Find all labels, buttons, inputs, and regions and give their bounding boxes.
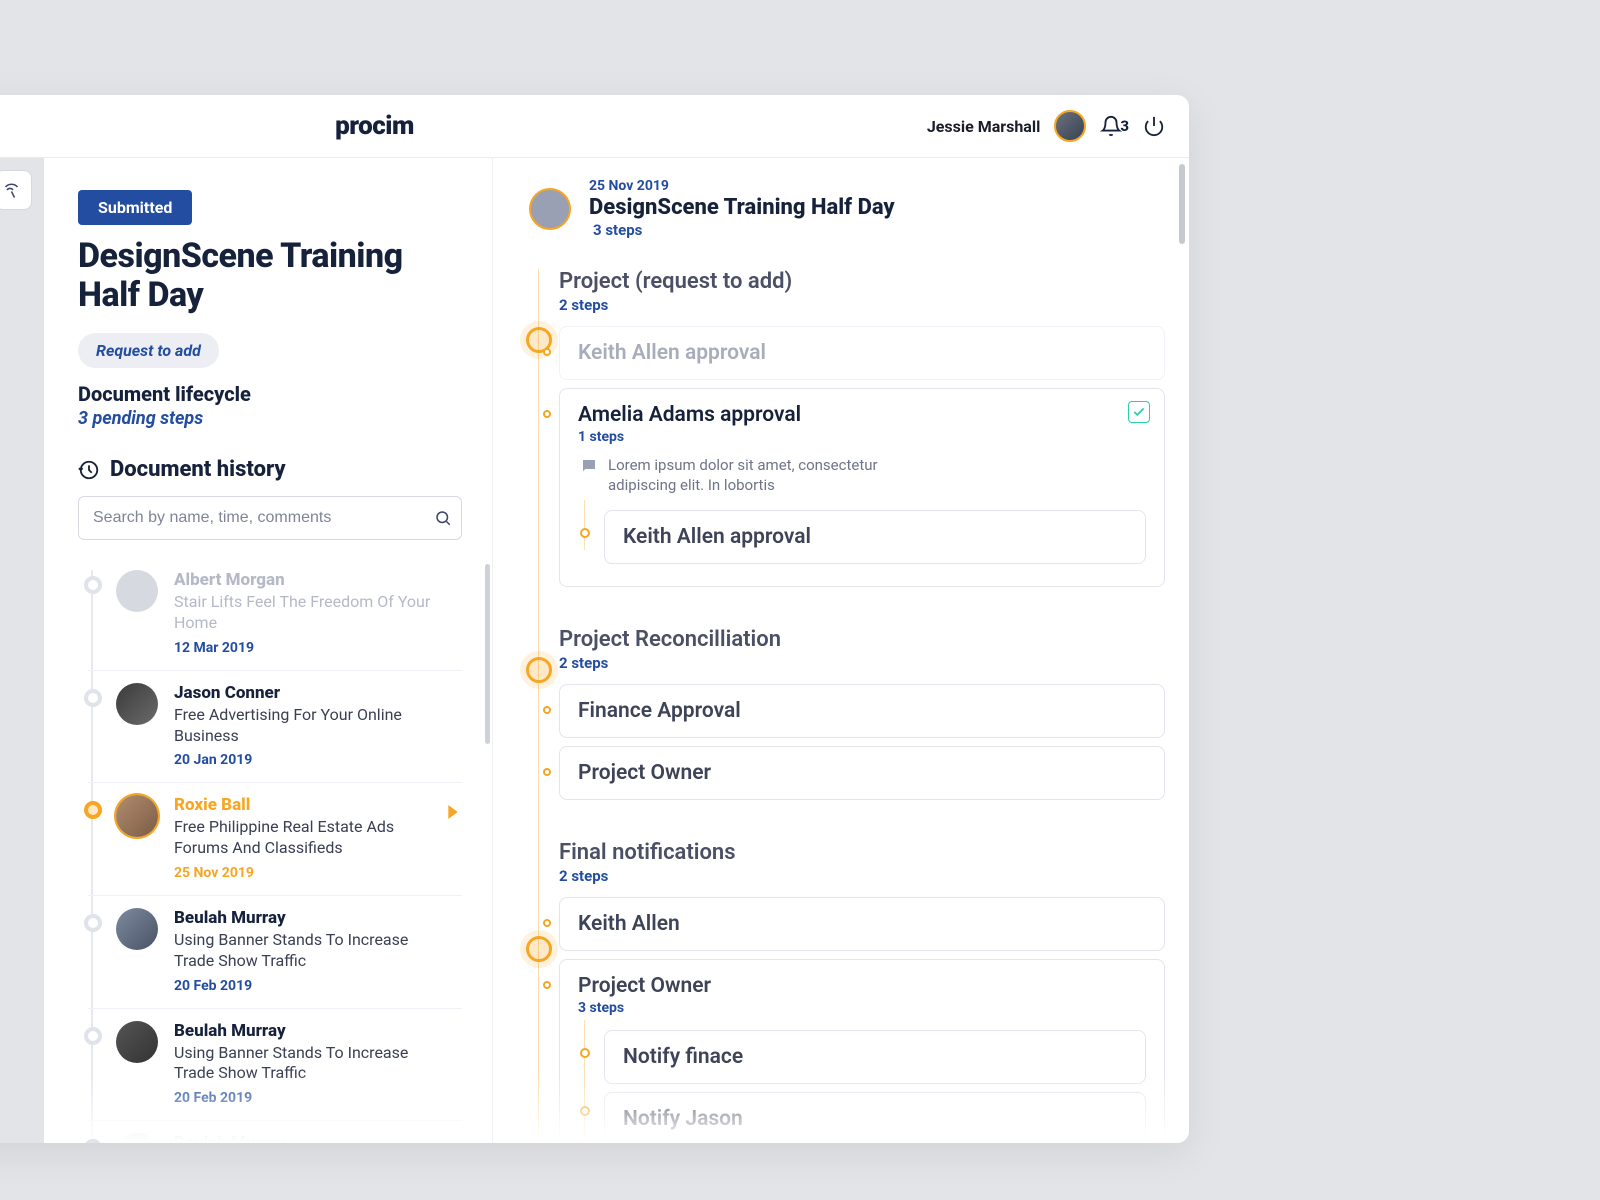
bell-icon <box>1100 115 1122 137</box>
current-user-avatar[interactable] <box>1054 110 1086 142</box>
pending-steps: 3 pending steps <box>78 408 462 429</box>
comment-row: Lorem ipsum dolor sit amet, consectetur … <box>578 455 1146 496</box>
detail-avatar <box>529 188 571 230</box>
history-desc: Free Advertising For Your Online Busines… <box>174 705 446 747</box>
history-search-input[interactable] <box>78 496 462 540</box>
card-title: Notify finace <box>623 1045 1127 1069</box>
history-name: Jason Conner <box>174 683 446 703</box>
avatar <box>116 908 158 950</box>
section-reconciliation: Project Reconcilliation 2 steps Finance … <box>559 627 1165 800</box>
notify-card-finance[interactable]: Notify finace <box>604 1030 1146 1084</box>
history-title: Document history <box>110 457 286 482</box>
history-item[interactable]: Jason Conner Free Advertising For Your O… <box>88 671 462 784</box>
card-title: Amelia Adams approval <box>578 403 1146 427</box>
card-title: Project Owner <box>578 761 1146 785</box>
history-date: 25 Nov 2019 <box>174 865 446 881</box>
history-icon <box>78 459 100 481</box>
history-date: 20 Feb 2019 <box>174 978 446 994</box>
document-title: DesignScene Training Half Day <box>78 237 462 315</box>
avatar <box>116 795 158 837</box>
app-logo: procim <box>335 111 414 141</box>
notify-card-owner[interactable]: Project Owner 3 steps Notify finace <box>559 959 1165 1144</box>
section-title: Project (request to add) <box>559 269 1165 294</box>
history-desc: Using Banner Stands To Increase Trade Sh… <box>174 930 446 972</box>
section-final: Final notifications 2 steps Keith Allen … <box>559 840 1165 1144</box>
card-title: Keith Allen approval <box>623 525 1127 549</box>
history-date: 20 Jan 2019 <box>174 752 446 768</box>
current-user-name: Jessie Marshall <box>927 117 1041 136</box>
history-item[interactable]: Roxie Ball Free Philippine Real Estate A… <box>88 783 462 896</box>
broadcast-icon <box>4 181 22 199</box>
detail-date: 25 Nov 2019 <box>589 178 895 194</box>
approval-card-keith-sub[interactable]: Keith Allen approval <box>604 510 1146 564</box>
search-icon[interactable] <box>434 509 452 527</box>
section-project: Project (request to add) 2 steps Keith A… <box>559 269 1165 587</box>
middle-pane: Submitted DesignScene Training Half Day … <box>44 158 493 1143</box>
avatar <box>116 683 158 725</box>
chevron-right-icon <box>448 805 458 819</box>
approval-card-amelia[interactable]: Amelia Adams approval 1 steps Lorem ipsu… <box>559 388 1165 587</box>
card-title: Project Owner <box>578 974 1146 998</box>
comment-text: Lorem ipsum dolor sit amet, consectetur … <box>608 455 928 496</box>
checkmark-icon <box>1128 401 1150 423</box>
notify-card-keith[interactable]: Keith Allen <box>559 897 1165 951</box>
detail-body: Project (request to add) 2 steps Keith A… <box>529 269 1165 1143</box>
card-title: Notify Jason <box>623 1107 1127 1131</box>
search-wrap <box>78 496 462 540</box>
history-desc: Free Philippine Real Estate Ads Forums A… <box>174 817 446 859</box>
right-pane: 25 Nov 2019 DesignScene Training Half Da… <box>493 158 1189 1143</box>
card-title: Keith Allen <box>578 912 1146 936</box>
request-to-add-pill[interactable]: Request to add <box>78 333 219 368</box>
avatar <box>116 1021 158 1063</box>
rail-btn-broadcast[interactable] <box>0 170 32 210</box>
history-item[interactable]: Beulah Murray Using Banner Stands To Inc… <box>88 896 462 1009</box>
history-item[interactable]: Beulah Murray Using Banner Stands To Inc… <box>88 1009 462 1122</box>
detail-title: DesignScene Training Half Day <box>589 195 895 220</box>
history-desc: Using Banner Stands To Increase Trade Sh… <box>174 1043 446 1085</box>
sidebar-rail <box>0 158 44 1143</box>
comment-icon <box>580 457 598 475</box>
history-name: Beulah Murray <box>174 1133 446 1143</box>
notification-count: 3 <box>1120 117 1129 135</box>
history-name: Roxie Ball <box>174 795 446 815</box>
notifications-button[interactable]: 3 <box>1100 115 1129 137</box>
history-date: 12 Mar 2019 <box>174 640 446 656</box>
section-steps: 2 steps <box>559 654 1165 672</box>
avatar <box>116 570 158 612</box>
section-title: Project Reconcilliation <box>559 627 1165 652</box>
history-name: Beulah Murray <box>174 908 446 928</box>
scrollbar[interactable] <box>485 564 490 744</box>
section-steps: 2 steps <box>559 867 1165 885</box>
history-date: 20 Feb 2019 <box>174 1090 446 1106</box>
lifecycle-title: Document lifecycle <box>78 382 462 406</box>
history-name: Beulah Murray <box>174 1021 446 1041</box>
section-steps: 2 steps <box>559 296 1165 314</box>
status-badge: Submitted <box>78 190 192 225</box>
history-item[interactable]: Beulah Murray Using Banner Stands To Inc… <box>88 1121 462 1143</box>
notify-card-jason[interactable]: Notify Jason <box>604 1092 1146 1144</box>
approval-card-finance[interactable]: Finance Approval <box>559 684 1165 738</box>
approval-card-keith-muted[interactable]: Keith Allen approval <box>559 326 1165 380</box>
approval-card-owner[interactable]: Project Owner <box>559 746 1165 800</box>
history-desc: Stair Lifts Feel The Freedom Of Your Hom… <box>174 592 446 634</box>
detail-header: 25 Nov 2019 DesignScene Training Half Da… <box>529 178 1165 239</box>
card-title: Keith Allen approval <box>578 341 1146 365</box>
history-list: Albert Morgan Stair Lifts Feel The Freed… <box>78 558 462 1143</box>
section-title: Final notifications <box>559 840 1165 865</box>
app-header: ject Manager procim Jessie Marshall 3 <box>0 95 1189 158</box>
history-item[interactable]: Albert Morgan Stair Lifts Feel The Freed… <box>88 558 462 671</box>
card-title: Finance Approval <box>578 699 1146 723</box>
avatar <box>116 1133 158 1143</box>
app-window: ject Manager procim Jessie Marshall 3 <box>0 95 1189 1143</box>
history-name: Albert Morgan <box>174 570 446 590</box>
power-icon[interactable] <box>1143 115 1165 137</box>
card-steps: 3 steps <box>578 1000 1146 1016</box>
card-steps: 1 steps <box>578 429 1146 445</box>
scrollbar[interactable] <box>1179 164 1185 244</box>
detail-steps: 3 steps <box>589 221 895 239</box>
